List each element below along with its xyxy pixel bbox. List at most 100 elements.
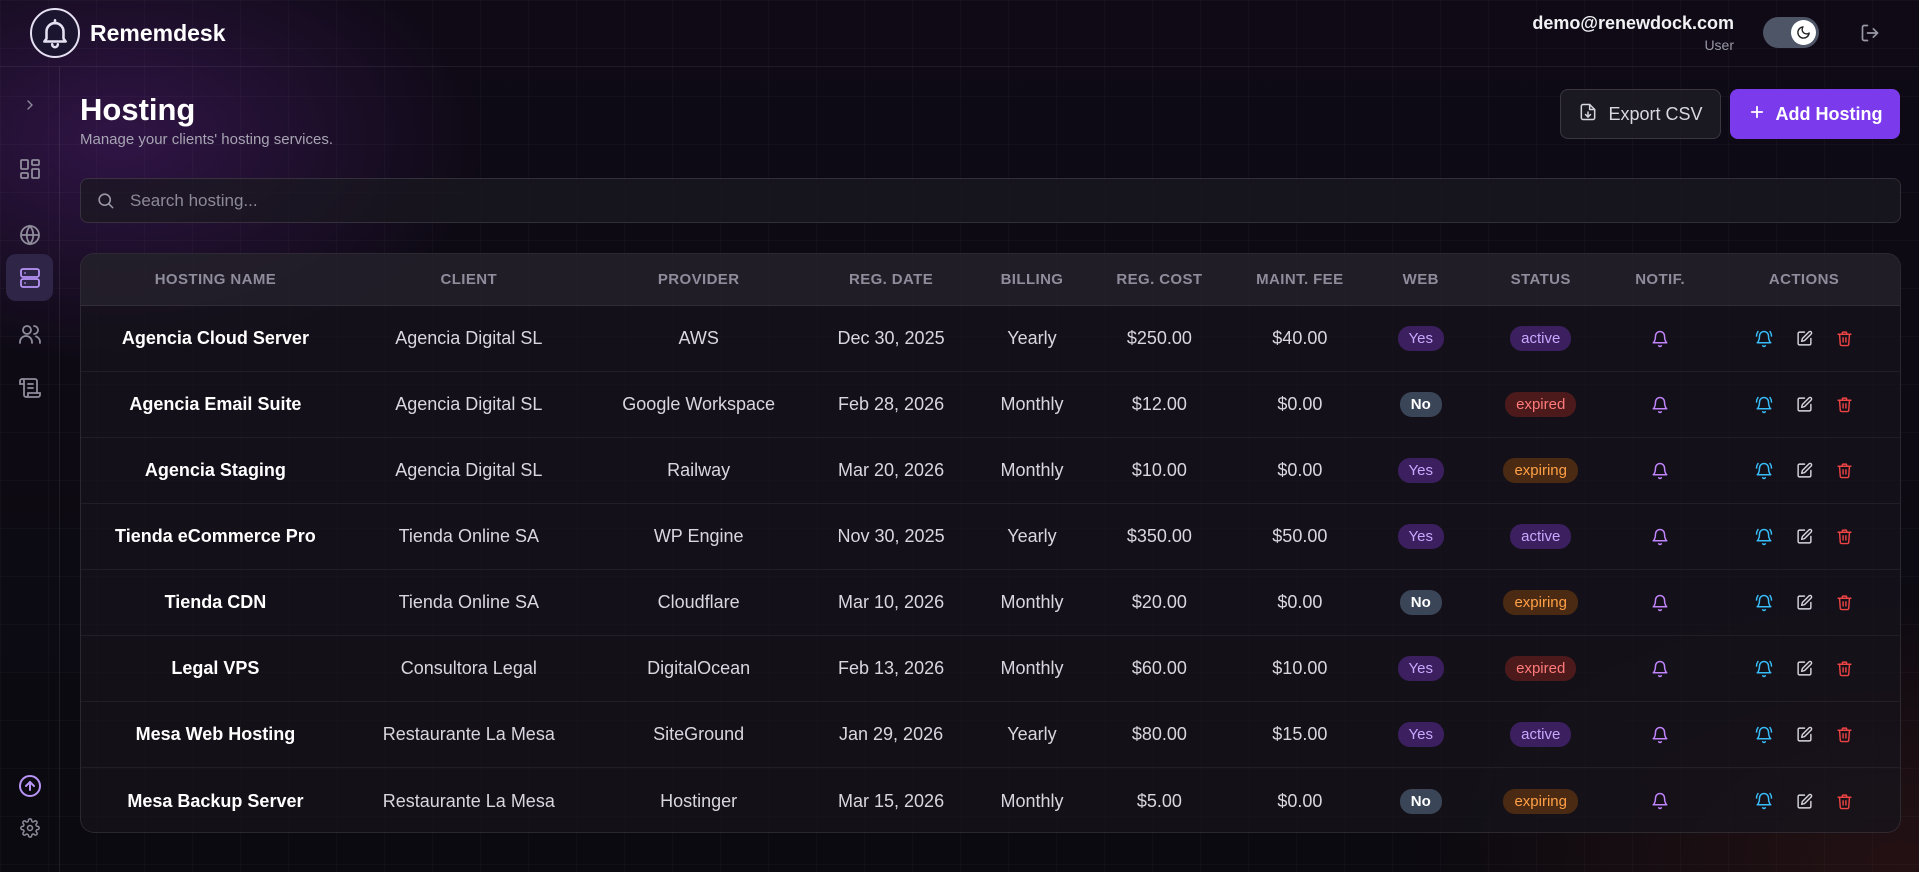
reg-date: Dec 30, 2025: [837, 328, 945, 348]
notif-cell: [1612, 325, 1708, 353]
provider-name: Railway: [667, 460, 731, 480]
web-badge: No: [1399, 392, 1442, 417]
send-reminder-bell-icon[interactable]: [1750, 523, 1778, 551]
send-reminder-bell-icon[interactable]: [1750, 655, 1778, 683]
users-icon[interactable]: [6, 310, 53, 357]
edit-icon[interactable]: [1790, 457, 1818, 485]
sidebar-expand-chevron-icon[interactable]: [6, 81, 53, 128]
upgrade-arrow-icon[interactable]: [6, 762, 53, 809]
provider-name: Hostinger: [660, 790, 738, 811]
actions-cell: [1708, 325, 1900, 353]
notification-bell-icon[interactable]: [1646, 655, 1674, 683]
billing-cycle: Monthly: [1000, 394, 1064, 414]
reg-cost: $20.00: [1131, 592, 1187, 612]
notification-bell-icon[interactable]: [1646, 589, 1674, 617]
user-role: User: [1704, 37, 1734, 53]
status-badge: expired: [1505, 392, 1577, 417]
edit-icon[interactable]: [1790, 787, 1818, 815]
billing-cycle: Yearly: [1007, 526, 1057, 546]
web-cell: Yes: [1372, 326, 1469, 351]
actions-cell: [1708, 589, 1900, 617]
send-reminder-bell-icon[interactable]: [1750, 457, 1778, 485]
settings-gear-icon[interactable]: [6, 804, 53, 851]
user-email: demo@renewdock.com: [1532, 13, 1734, 33]
delete-trash-icon[interactable]: [1830, 391, 1858, 419]
billing-cycle: Monthly: [1000, 790, 1064, 811]
hosting-table: HOSTING NAME CLIENT PROVIDER REG. DATE B…: [80, 253, 1901, 833]
bell-logo-icon: [30, 8, 80, 58]
notification-bell-icon[interactable]: [1646, 721, 1674, 749]
actions-cell: [1708, 523, 1900, 551]
hosting-name: Mesa Web Hosting: [135, 724, 296, 744]
delete-trash-icon[interactable]: [1830, 721, 1858, 749]
search-input[interactable]: [130, 190, 1900, 211]
reg-cost: $5.00: [1136, 790, 1182, 811]
theme-toggle[interactable]: [1763, 17, 1819, 48]
export-csv-button[interactable]: Export CSV: [1560, 89, 1721, 139]
notification-bell-icon[interactable]: [1646, 391, 1674, 419]
delete-trash-icon[interactable]: [1830, 325, 1858, 353]
reg-cost: $12.00: [1131, 394, 1187, 414]
edit-icon[interactable]: [1790, 523, 1818, 551]
reg-cost: $10.00: [1131, 460, 1187, 480]
header-actions: ACTIONS: [1768, 271, 1840, 288]
billing-cycle: Monthly: [1000, 658, 1064, 678]
add-hosting-button[interactable]: Add Hosting: [1730, 89, 1900, 139]
delete-trash-icon[interactable]: [1830, 655, 1858, 683]
notif-cell: [1612, 787, 1708, 815]
top-bar: Rememdesk demo@renewdock.com User: [0, 0, 1919, 67]
edit-icon[interactable]: [1790, 655, 1818, 683]
reg-date: Mar 20, 2026: [838, 460, 945, 480]
server-icon[interactable]: [6, 254, 53, 301]
search-box: [80, 178, 1901, 223]
scroll-icon[interactable]: [6, 364, 53, 411]
header-maint-fee: MAINT. FEE: [1256, 271, 1344, 288]
client-name: Restaurante La Mesa: [382, 724, 555, 744]
send-reminder-bell-icon[interactable]: [1750, 787, 1778, 815]
status-cell: expired: [1469, 656, 1612, 681]
delete-trash-icon[interactable]: [1830, 787, 1858, 815]
globe-icon[interactable]: [6, 211, 53, 258]
web-cell: Yes: [1372, 458, 1469, 483]
notification-bell-icon[interactable]: [1646, 523, 1674, 551]
table-header: HOSTING NAME CLIENT PROVIDER REG. DATE B…: [81, 254, 1900, 306]
edit-icon[interactable]: [1790, 589, 1818, 617]
status-badge: expired: [1505, 656, 1577, 681]
notif-cell: [1612, 655, 1708, 683]
header-client: CLIENT: [440, 271, 498, 288]
edit-icon[interactable]: [1790, 721, 1818, 749]
sidebar: [0, 67, 60, 872]
table-row: Agencia Staging Agencia Digital SL Railway…: [81, 438, 1900, 504]
status-cell: expiring: [1469, 590, 1612, 615]
send-reminder-bell-icon[interactable]: [1750, 721, 1778, 749]
provider-name: WP Engine: [653, 526, 744, 546]
dashboard-icon[interactable]: [6, 145, 53, 192]
delete-trash-icon[interactable]: [1830, 457, 1858, 485]
delete-trash-icon[interactable]: [1830, 589, 1858, 617]
page-title: Hosting: [80, 92, 196, 127]
billing-cycle: Monthly: [1000, 592, 1064, 612]
status-cell: active: [1469, 326, 1612, 351]
notification-bell-icon[interactable]: [1646, 457, 1674, 485]
maint-fee: $0.00: [1277, 394, 1323, 414]
reg-cost: $60.00: [1131, 658, 1187, 678]
send-reminder-bell-icon[interactable]: [1750, 325, 1778, 353]
send-reminder-bell-icon[interactable]: [1750, 391, 1778, 419]
maint-fee: $50.00: [1272, 526, 1328, 546]
send-reminder-bell-icon[interactable]: [1750, 589, 1778, 617]
delete-trash-icon[interactable]: [1830, 523, 1858, 551]
reg-date: Feb 13, 2026: [838, 658, 945, 678]
edit-icon[interactable]: [1790, 391, 1818, 419]
header-reg-cost: REG. COST: [1116, 271, 1203, 288]
notif-cell: [1612, 457, 1708, 485]
notification-bell-icon[interactable]: [1646, 325, 1674, 353]
export-csv-label: Export CSV: [1608, 103, 1703, 124]
plus-icon: [1748, 103, 1766, 126]
maint-fee: $0.00: [1277, 460, 1323, 480]
logout-icon[interactable]: [1858, 21, 1882, 45]
notification-bell-icon[interactable]: [1646, 787, 1674, 815]
edit-icon[interactable]: [1790, 325, 1818, 353]
table-row: Mesa Web Hosting Restaurante La Mesa SiteG…: [81, 702, 1900, 768]
status-badge: expiring: [1503, 458, 1578, 483]
web-cell: No: [1372, 392, 1469, 417]
